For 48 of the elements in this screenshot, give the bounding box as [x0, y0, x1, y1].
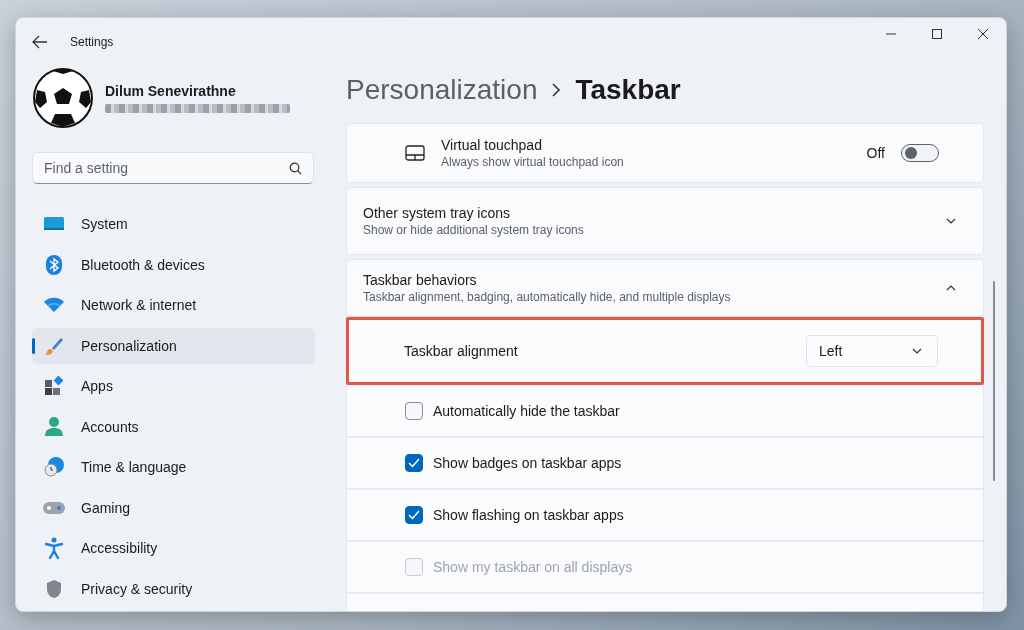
window-title: Settings	[70, 35, 114, 49]
nav-item[interactable]: Apps	[32, 368, 315, 404]
accessibility-icon	[42, 537, 66, 559]
nav-item[interactable]: Gaming	[32, 489, 315, 526]
expander-header[interactable]: Taskbar behaviors Taskbar alignment, badging, automatically hide, and multiple displays	[346, 259, 984, 317]
soccer-ball-avatar	[33, 67, 93, 128]
apps-icon	[42, 376, 66, 396]
page-title: Taskbar	[575, 73, 681, 106]
nav-item[interactable]: Accessibility	[32, 530, 315, 566]
setting-description: Always show virtual touchpad icon	[441, 155, 625, 169]
maximize-icon	[932, 29, 942, 39]
wifi-icon	[42, 297, 66, 313]
nav-item[interactable]: System	[32, 206, 315, 242]
nav-item[interactable]: Accounts	[32, 408, 315, 445]
breadcrumb-parent[interactable]: Personalization	[346, 73, 538, 106]
nav-item[interactable]: Personalization	[32, 327, 315, 364]
nav-item[interactable]: Network & internet	[32, 287, 315, 323]
checkbox[interactable]	[405, 454, 423, 472]
expander-header[interactable]: Other system tray icons Show or hide additional system tray icons	[346, 187, 984, 255]
nav-item[interactable]: Time & language	[32, 449, 315, 485]
setting-title: Virtual touchpad	[441, 137, 543, 153]
scrollbar-thumb[interactable]	[993, 281, 995, 481]
checkbox-option[interactable]: Automatically hide the taskbar	[405, 402, 620, 420]
back-button[interactable]	[32, 35, 48, 49]
search-icon	[289, 162, 302, 175]
person-icon	[42, 415, 66, 438]
setting-title: Other system tray icons	[363, 205, 512, 221]
touchpad-icon	[405, 145, 425, 161]
setting-description: Show or hide additional system tray icons	[363, 223, 585, 237]
user-name: Dilum Senevirathne	[105, 82, 237, 99]
checkbox-option[interactable]: Show badges on taskbar apps	[405, 454, 622, 472]
search-field[interactable]: Find a setting	[32, 152, 314, 184]
setting-label: Taskbar alignment	[404, 343, 519, 359]
checkbox[interactable]	[405, 506, 423, 524]
chevron-right-icon	[551, 82, 562, 97]
toggle-switch[interactable]	[901, 144, 939, 162]
globe-clock-icon	[42, 456, 66, 478]
toggle-state-label: Off	[866, 145, 885, 161]
checkbox[interactable]	[405, 402, 423, 420]
setting-title: Taskbar behaviors	[363, 272, 478, 288]
gamepad-icon	[42, 499, 66, 516]
checkbox-option[interactable]: Show flashing on taskbar apps	[405, 506, 624, 524]
monitor-icon	[42, 215, 66, 233]
nav-item[interactable]: Privacy & security	[32, 570, 315, 607]
close-icon	[978, 29, 988, 39]
setting-description: Taskbar alignment, badging, automatically hide, and multiple displays	[363, 290, 732, 304]
alignment-dropdown[interactable]: Left	[806, 335, 938, 367]
nav-item[interactable]: Bluetooth & devices	[32, 246, 315, 283]
